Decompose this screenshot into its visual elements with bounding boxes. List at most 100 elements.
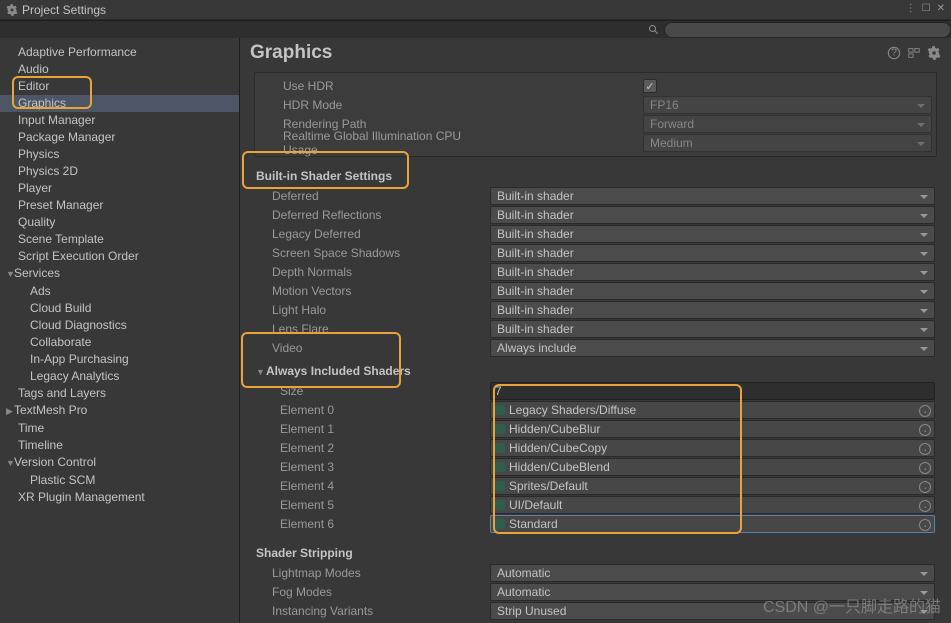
sidebar-item-editor[interactable]: Editor: [0, 78, 239, 95]
watermark: CSDN @一只脚走路的猫: [763, 593, 941, 617]
shader-dropdown-6[interactable]: Built-in shader: [490, 301, 935, 319]
page-title: Graphics: [250, 42, 887, 64]
shader-dropdown-5[interactable]: Built-in shader: [490, 282, 935, 300]
sidebar-item-scene-template[interactable]: Scene Template: [0, 231, 239, 248]
shader-asset-icon: [495, 462, 505, 472]
shader-asset-icon: [495, 500, 505, 510]
close-icon[interactable]: ✕: [937, 3, 945, 14]
shader-asset-icon: [495, 443, 505, 453]
hdr-mode-label: HDR Mode: [257, 98, 493, 112]
shader-asset-icon: [495, 519, 505, 529]
help-icon[interactable]: ?: [887, 46, 901, 60]
shader-dropdown-3[interactable]: Built-in shader: [490, 244, 935, 262]
search-input[interactable]: [664, 22, 951, 38]
element-field-1[interactable]: Hidden/CubeBlur: [490, 420, 935, 438]
shader-asset-icon: [495, 424, 505, 434]
element-field-3[interactable]: Hidden/CubeBlend: [490, 458, 935, 476]
sidebar-item-script-execution-order[interactable]: Script Execution Order: [0, 248, 239, 265]
sidebar-item-tags-and-layers[interactable]: Tags and Layers: [0, 385, 239, 402]
size-label: Size: [254, 384, 490, 398]
sidebar-item-package-manager[interactable]: Package Manager: [0, 129, 239, 146]
sidebar-item-graphics[interactable]: Graphics: [0, 95, 239, 112]
use-hdr-checkbox[interactable]: [643, 79, 657, 93]
sidebar-item-ads[interactable]: Ads: [0, 283, 239, 300]
video-label: Video: [254, 341, 490, 355]
object-picker-icon[interactable]: [919, 462, 931, 474]
gi-usage-label: Realtime Global Illumination CPU Usage: [257, 129, 493, 157]
sidebar-item-preset-manager[interactable]: Preset Manager: [0, 197, 239, 214]
sidebar-item-quality[interactable]: Quality: [0, 214, 239, 231]
preset-icon[interactable]: [907, 46, 921, 60]
sidebar-item-legacy-analytics[interactable]: Legacy Analytics: [0, 368, 239, 385]
sidebar-item-xr-plugin-management[interactable]: XR Plugin Management: [0, 489, 239, 506]
object-picker-icon[interactable]: [919, 500, 931, 512]
sidebar-item-in-app-purchasing[interactable]: In-App Purchasing: [0, 351, 239, 368]
object-picker-icon[interactable]: [919, 405, 931, 417]
titlebar-controls: ⋮ ☐ ✕: [906, 3, 945, 14]
element-field-5[interactable]: UI/Default: [490, 496, 935, 514]
element-field-4[interactable]: Sprites/Default: [490, 477, 935, 495]
sidebar-item-adaptive-performance[interactable]: Adaptive Performance: [0, 44, 239, 61]
element-label-3: Element 3: [254, 460, 490, 474]
shader-label-0: Deferred: [254, 189, 490, 203]
use-hdr-label: Use HDR: [257, 79, 493, 93]
video-dropdown[interactable]: Always include: [490, 339, 935, 357]
object-picker-icon[interactable]: [919, 443, 931, 455]
sidebar-item-physics-2d[interactable]: Physics 2D: [0, 163, 239, 180]
element-field-2[interactable]: Hidden/CubeCopy: [490, 439, 935, 457]
element-field-6[interactable]: Standard: [490, 515, 935, 533]
sidebar-item-cloud-diagnostics[interactable]: Cloud Diagnostics: [0, 317, 239, 334]
object-picker-icon[interactable]: [919, 481, 931, 493]
tier-settings-group: Use HDR HDR Mode FP16 Rendering Path For…: [254, 72, 937, 157]
shader-dropdown-1[interactable]: Built-in shader: [490, 206, 935, 224]
settings-sidebar: Adaptive PerformanceAudioEditorGraphicsI…: [0, 38, 240, 623]
sidebar-item-collaborate[interactable]: Collaborate: [0, 334, 239, 351]
element-label-1: Element 1: [254, 422, 490, 436]
shader-stripping-title: Shader Stripping: [254, 534, 937, 563]
shader-label-6: Light Halo: [254, 303, 490, 317]
settings-content: Graphics ? Use HDR HDR Mode FP16 Renderi…: [240, 38, 951, 623]
object-picker-icon[interactable]: [919, 519, 931, 531]
object-picker-icon[interactable]: [919, 424, 931, 436]
shader-label-7: Lens Flare: [254, 322, 490, 336]
sidebar-item-textmesh-pro[interactable]: ▶TextMesh Pro: [0, 402, 239, 420]
menu-icon[interactable]: ⋮: [906, 3, 916, 14]
rendering-path-dropdown[interactable]: Forward: [643, 115, 932, 133]
settings-menu-icon[interactable]: [927, 46, 941, 60]
sidebar-item-player[interactable]: Player: [0, 180, 239, 197]
hdr-mode-dropdown[interactable]: FP16: [643, 96, 932, 114]
element-label-0: Element 0: [254, 403, 490, 417]
element-field-0[interactable]: Legacy Shaders/Diffuse: [490, 401, 935, 419]
gi-usage-dropdown[interactable]: Medium: [643, 134, 932, 152]
lightmap-dropdown[interactable]: Automatic: [490, 564, 935, 582]
element-label-4: Element 4: [254, 479, 490, 493]
fog-label: Fog Modes: [254, 585, 490, 599]
element-label-6: Element 6: [254, 517, 490, 531]
gear-icon: [6, 4, 18, 16]
sidebar-item-services[interactable]: ▼Services: [0, 265, 239, 283]
sidebar-item-physics[interactable]: Physics: [0, 146, 239, 163]
sidebar-item-cloud-build[interactable]: Cloud Build: [0, 300, 239, 317]
shader-dropdown-4[interactable]: Built-in shader: [490, 263, 935, 281]
element-label-2: Element 2: [254, 441, 490, 455]
shader-asset-icon: [495, 405, 505, 415]
sidebar-item-version-control[interactable]: ▼Version Control: [0, 454, 239, 472]
searchbar: [0, 20, 951, 38]
sidebar-item-plastic-scm[interactable]: Plastic SCM: [0, 472, 239, 489]
sidebar-item-time[interactable]: Time: [0, 420, 239, 437]
maximize-icon[interactable]: ☐: [922, 3, 931, 14]
lightmap-label: Lightmap Modes: [254, 566, 490, 580]
shader-asset-icon: [495, 481, 505, 491]
window-title: Project Settings: [22, 3, 106, 17]
shader-label-3: Screen Space Shadows: [254, 246, 490, 260]
shader-dropdown-0[interactable]: Built-in shader: [490, 187, 935, 205]
sidebar-item-audio[interactable]: Audio: [0, 61, 239, 78]
always-included-title[interactable]: ▼Always Included Shaders: [254, 358, 937, 381]
shader-dropdown-2[interactable]: Built-in shader: [490, 225, 935, 243]
size-input[interactable]: [490, 382, 935, 400]
shader-label-4: Depth Normals: [254, 265, 490, 279]
sidebar-item-input-manager[interactable]: Input Manager: [0, 112, 239, 129]
window-titlebar: Project Settings ⋮ ☐ ✕: [0, 0, 951, 20]
sidebar-item-timeline[interactable]: Timeline: [0, 437, 239, 454]
shader-dropdown-7[interactable]: Built-in shader: [490, 320, 935, 338]
